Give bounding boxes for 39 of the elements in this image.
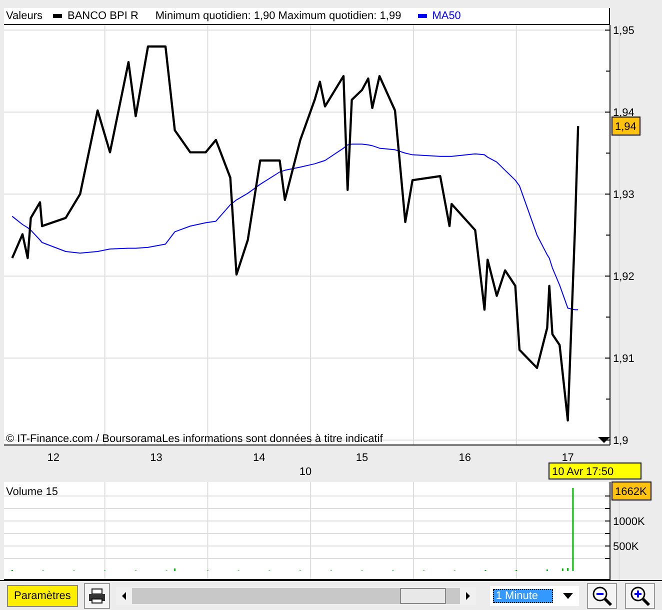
zoom-out-icon bbox=[590, 584, 613, 606]
date-label: 10 bbox=[299, 466, 312, 478]
x-axis-label: 16 bbox=[458, 452, 472, 464]
legend-series-name: MA50 bbox=[432, 10, 461, 22]
scrollbar-thumb[interactable] bbox=[400, 588, 446, 604]
legend-swatch bbox=[418, 14, 428, 18]
y-axis-label: 500K bbox=[613, 541, 639, 553]
x-axis-label: 13 bbox=[150, 452, 162, 464]
legend-swatch bbox=[53, 14, 62, 18]
y-axis-label: 1,9 bbox=[613, 435, 628, 448]
daily-range-text: Minimum quotidien: 1,90 Maximum quotidien: 1,99 bbox=[155, 10, 402, 22]
y-axis-label: 1,91 bbox=[613, 353, 634, 366]
y-axis-label: 1,93 bbox=[613, 189, 634, 202]
dropdown-arrow-icon[interactable] bbox=[598, 437, 610, 443]
legend-series-name: BANCO BPI R bbox=[67, 10, 138, 22]
volume-title: Volume 15 bbox=[6, 486, 58, 498]
zoom-out-button[interactable] bbox=[586, 582, 617, 608]
printer-icon bbox=[88, 588, 106, 604]
x-axis-label: 14 bbox=[253, 452, 266, 464]
x-axis-label: 12 bbox=[47, 452, 60, 464]
print-button[interactable] bbox=[84, 582, 110, 608]
zoom-in-button[interactable] bbox=[624, 582, 655, 608]
y-axis-label: 1,95 bbox=[613, 25, 634, 38]
price-badge: 1,94 bbox=[612, 116, 640, 136]
zoom-in-icon bbox=[628, 584, 651, 606]
time-tooltip: 10 Avr 17:50 bbox=[548, 462, 642, 480]
left-arrow-icon[interactable] bbox=[120, 590, 128, 600]
copyright-text: © IT-Finance.com / BoursoramaLes informations sont données à titre indicatif bbox=[6, 433, 383, 445]
x-axis-label: 15 bbox=[356, 452, 368, 464]
y-axis-label: 1,94 bbox=[613, 107, 634, 120]
y-axis-label: 1000K bbox=[613, 516, 645, 528]
caret-icon bbox=[562, 592, 573, 598]
legend-label: Valeurs bbox=[6, 10, 42, 22]
parameters-button[interactable]: Paramètres bbox=[7, 584, 78, 606]
right-arrow-icon[interactable] bbox=[464, 590, 472, 600]
horizontal-scrollbar[interactable] bbox=[116, 586, 476, 604]
y-axis-label: 1,92 bbox=[613, 271, 634, 284]
x-axis-label: 17 bbox=[562, 452, 574, 464]
volume-badge: 1662K bbox=[612, 482, 652, 500]
